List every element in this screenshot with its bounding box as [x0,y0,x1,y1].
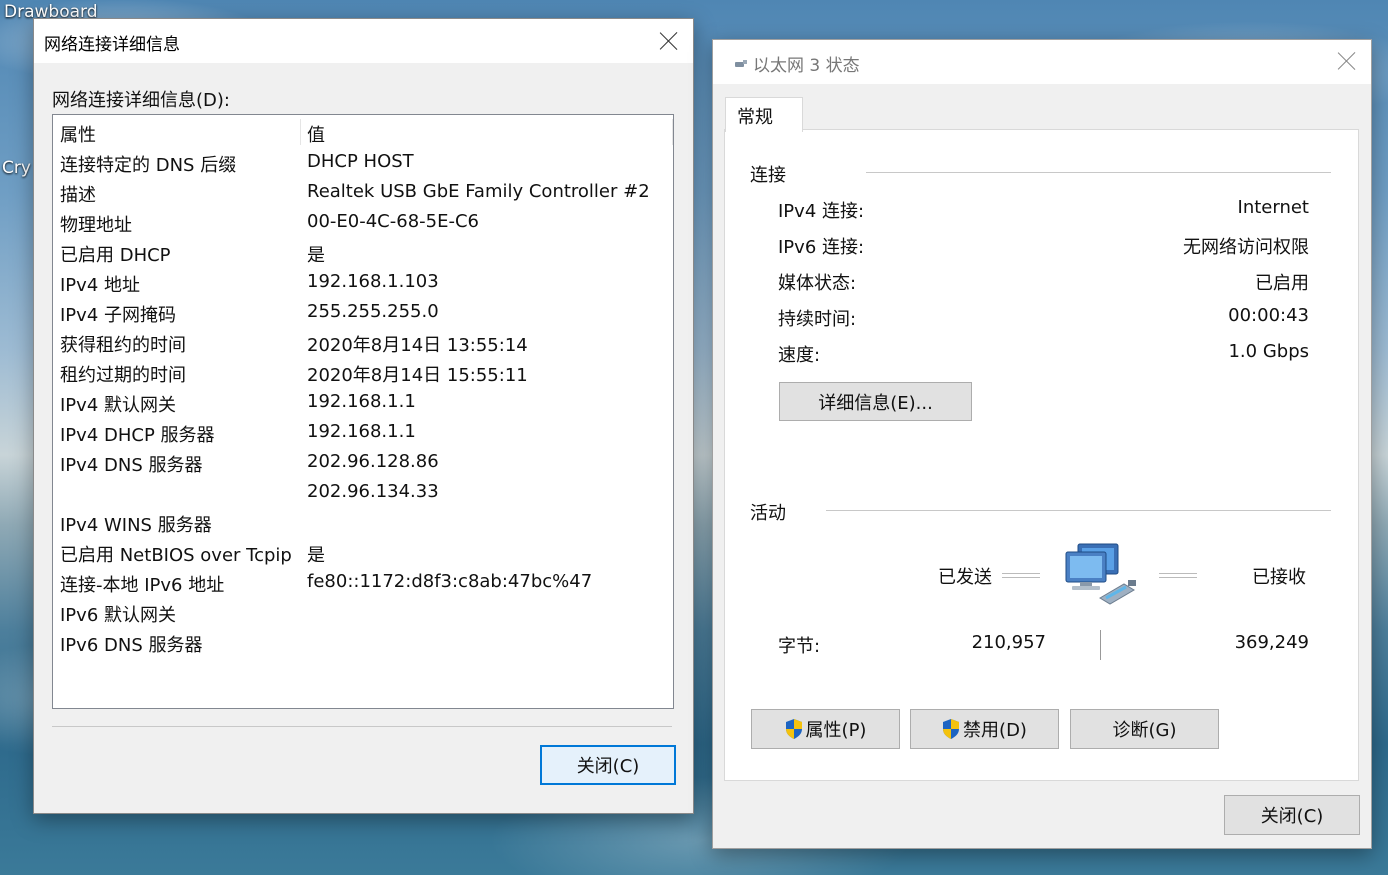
detail-property[interactable]: 获得租约的时间 [60,331,186,357]
network-computers-icon [1065,543,1136,605]
detail-value[interactable]: 00-E0-4C-68-5E-C6 [307,211,479,232]
detail-value[interactable]: 2020年8月14日 13:55:14 [307,331,528,357]
details-list[interactable]: 属性 值 连接特定的 DNS 后缀 DHCP HOST 描述 Realtek USB … [52,114,674,709]
detail-value[interactable]: 是 [307,241,325,267]
close-button[interactable]: 关闭(C) [1224,795,1360,835]
connection-label: 媒体状态: [778,273,857,294]
title-bar[interactable]: 网络连接详细信息 [34,19,693,63]
network-adapter-icon [735,60,747,67]
column-header-property[interactable]: 属性 [60,121,96,147]
detail-value[interactable]: 192.168.1.1 [307,391,416,412]
detail-property[interactable]: IPv4 地址 [60,271,140,297]
sent-line [1002,573,1040,578]
disable-button-label: 禁用(D) [963,720,1027,741]
title-bar[interactable]: 以太网 3 状态 [713,40,1371,84]
connection-value: 已启用 [1255,273,1309,294]
close-button[interactable]: 关闭(C) [540,745,676,785]
uac-shield-icon [943,719,960,739]
detail-value[interactable]: 202.96.128.86 [307,451,439,472]
detail-value[interactable]: DHCP HOST [307,151,414,172]
detail-value[interactable]: fe80::1172:d8f3:c8ab:47bc%47 [307,571,592,592]
connection-label: IPv4 连接: [778,201,865,222]
properties-button-label: 属性(P) [805,720,867,741]
detail-property[interactable]: 连接-本地 IPv6 地址 [60,571,224,597]
detail-property[interactable]: 已启用 DHCP [60,241,171,267]
connection-label: IPv6 连接: [778,237,865,258]
properties-button[interactable]: 属性(P) [751,709,900,749]
detail-value[interactable]: 202.96.134.33 [307,481,439,502]
network-details-dialog: 网络连接详细信息 网络连接详细信息(D): 属性 值 连接特定的 DNS 后缀 D… [33,18,694,814]
ethernet-status-dialog: 以太网 3 状态 常规 连接 IPv4 连接: Internet IPv6 连接: 无… [712,39,1372,849]
connection-heading: 连接 [750,165,786,186]
uac-shield-icon [785,719,802,739]
tab-panel-general: 连接 IPv4 连接: Internet IPv6 连接: 无网络访问权限媒体状态: 已… [724,129,1359,781]
connection-separator [866,172,1331,173]
detail-property[interactable]: 已启用 NetBIOS over Tcpip [60,541,292,567]
desktop-icon-label-partial[interactable]: Cry [2,158,31,178]
dialog-title: 网络连接详细信息 [44,35,180,55]
detail-value[interactable]: 2020年8月14日 15:55:11 [307,361,528,387]
detail-value[interactable]: 192.168.1.1 [307,421,416,442]
column-divider-end [672,119,673,145]
connection-value: 00:00:43 [1228,305,1309,326]
close-icon[interactable] [659,31,679,51]
detail-value[interactable]: 是 [307,541,325,567]
received-label: 已接收 [1252,567,1306,588]
detail-property[interactable]: 描述 [60,181,96,207]
detail-property[interactable]: IPv4 WINS 服务器 [60,511,212,537]
sent-label: 已发送 [938,567,992,588]
connection-value: 1.0 Gbps [1228,341,1309,362]
disable-button[interactable]: 禁用(D) [910,709,1059,749]
column-divider[interactable] [300,119,301,145]
detail-property[interactable]: 租约过期的时间 [60,361,186,387]
activity-separator [826,510,1331,511]
tab-general-label: 常规 [737,107,773,128]
activity-heading: 活动 [750,503,786,524]
close-icon[interactable] [1337,51,1357,71]
detail-property[interactable]: IPv4 子网掩码 [60,301,176,327]
dialog-title: 以太网 3 状态 [753,56,860,76]
detail-value[interactable]: 255.255.255.0 [307,301,439,322]
separator [52,726,672,727]
connection-label: 速度: [778,345,821,366]
connection-label: 持续时间: [778,309,857,330]
detail-property[interactable]: IPv6 默认网关 [60,601,176,627]
details-list-label: 网络连接详细信息(D): [52,90,230,111]
detail-property[interactable]: IPv4 DHCP 服务器 [60,421,215,447]
connection-value: 无网络访问权限 [1183,237,1309,258]
connection-value: Internet [1237,197,1309,218]
diagnose-button[interactable]: 诊断(G) [1070,709,1219,749]
details-button[interactable]: 详细信息(E)... [779,382,972,421]
detail-value[interactable]: Realtek USB GbE Family Controller #2 [307,181,650,202]
detail-property[interactable]: IPv4 DNS 服务器 [60,451,202,477]
tab-general[interactable]: 常规 [725,97,803,132]
bytes-received-value: 369,249 [1234,632,1309,653]
received-line [1159,573,1197,578]
detail-property[interactable]: IPv4 默认网关 [60,391,176,417]
bytes-label: 字节: [778,636,821,657]
detail-property[interactable]: 连接特定的 DNS 后缀 [60,151,236,177]
detail-property[interactable]: IPv6 DNS 服务器 [60,631,202,657]
bytes-divider [1100,630,1101,660]
bytes-sent-value: 210,957 [971,632,1046,653]
detail-property[interactable]: 物理地址 [60,211,132,237]
detail-value[interactable]: 192.168.1.103 [307,271,439,292]
column-header-value[interactable]: 值 [307,121,325,147]
